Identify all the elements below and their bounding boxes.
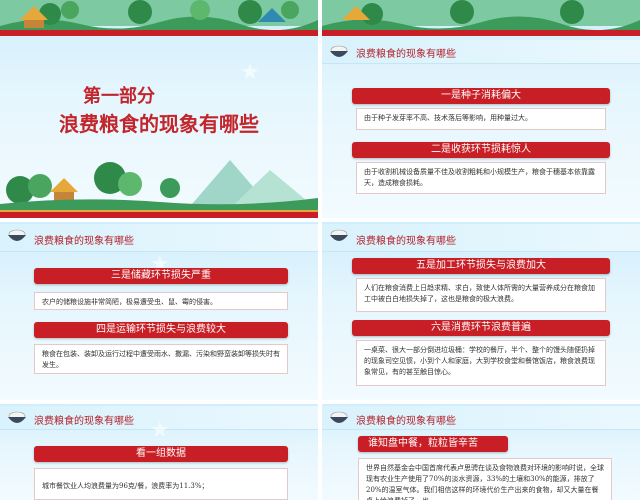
- slide-header: 浪费粮食的现象有哪些: [322, 40, 640, 64]
- slide-header: 浪费粮食的现象有哪些: [322, 224, 640, 252]
- slide-4[interactable]: 浪费粮食的现象有哪些 五是加工环节损失与浪费加大 人们在粮食消费上日趋求精、求白…: [322, 222, 640, 400]
- top-decoration: [322, 0, 640, 36]
- point-card-2: 一桌菜、很大一部分倒进垃圾桶：学校的餐厅，半个、整个的馒头随便扔掉的现象司空见惯…: [356, 340, 606, 386]
- slide-2[interactable]: 浪费粮食的现象有哪些 一是种子消耗偏大 由于种子发芽率不高、技术落后等影响，用种…: [322, 0, 640, 218]
- slide-3[interactable]: 浪费粮食的现象有哪些 ★ 三是储藏环节损失严重 农户的储粮设施非常简陋，极易遭受…: [0, 222, 318, 400]
- bottom-landscape: [0, 160, 318, 218]
- point-card-1: 城市餐饮业人均浪费量为96克/餐，浪费率为11.3%；: [34, 468, 288, 500]
- cover-part-label: 第一部分: [83, 86, 155, 107]
- slide-title: 浪费粮食的现象有哪些: [356, 49, 456, 60]
- top-decoration: [0, 0, 318, 36]
- rice-bowl-icon: [8, 229, 26, 241]
- cover-title: 浪费粮食的现象有哪些: [59, 112, 259, 136]
- slide-5[interactable]: 浪费粮食的现象有哪些 ★ 看一组数据 城市餐饮业人均浪费量为96克/餐，浪费率为…: [0, 404, 318, 500]
- rice-bowl-icon: [330, 45, 348, 57]
- point-card-1: 人们在粮食消费上日趋求精、求白，致使人体所需的大量营养成分在粮食加工中被白白地损…: [356, 278, 606, 312]
- slide-header: 浪费粮食的现象有哪些: [322, 406, 640, 430]
- rice-bowl-icon: [330, 411, 348, 423]
- point-bar-1: 五是加工环节损失与浪费加大: [352, 258, 610, 274]
- point-bar-2: 四是运输环节损失与浪费较大: [34, 322, 288, 338]
- slide-title: 浪费粮食的现象有哪些: [356, 416, 456, 427]
- slide-title: 浪费粮食的现象有哪些: [34, 416, 134, 427]
- point-bar-1: 谁知盘中餐，粒粒皆辛苦: [358, 436, 508, 452]
- point-bar-1: 三是储藏环节损失严重: [34, 268, 288, 284]
- point-card-1: 农户的储粮设施非常简陋，极易遭受虫、鼠、霉的侵害。: [34, 292, 288, 310]
- point-bar-2: 六是消费环节浪费普遍: [352, 320, 610, 336]
- point-bar-2: 二是收获环节损耗惊人: [352, 142, 610, 158]
- point-bar-1: 一是种子消耗偏大: [352, 88, 610, 104]
- slide-6[interactable]: 浪费粮食的现象有哪些 谁知盘中餐，粒粒皆辛苦 世界自然基金会中国首席代表卢思骋在…: [322, 404, 640, 500]
- point-card-2: 由于收割机械设备质量不佳及收割粗耗和小规模生产，粮食于穗基本依靠露天，造成粮食损…: [356, 162, 606, 194]
- point-card-1: 由于种子发芽率不高、技术落后等影响，用种量过大。: [356, 108, 606, 130]
- rice-bowl-icon: [330, 229, 348, 241]
- rice-bowl-icon: [8, 411, 26, 423]
- slide-header: 浪费粮食的现象有哪些: [0, 224, 318, 252]
- slide-cover[interactable]: ★ 第一部分 浪费粮食的现象有哪些: [0, 0, 318, 218]
- star-decoration: ★: [150, 418, 170, 443]
- slide-title: 浪费粮食的现象有哪些: [34, 236, 134, 247]
- point-card-2: 粮食在包装、装卸及运行过程中遭受雨水、撒漏、污染和野蛮装卸等损失时有发生。: [34, 344, 288, 374]
- point-bar-1: 看一组数据: [34, 446, 288, 462]
- point-card-1: 世界自然基金会中国首席代表卢思骋在谈及食物浪费对环境的影响时说，全球现有农业生产…: [358, 458, 612, 500]
- slide-title: 浪费粮食的现象有哪些: [356, 236, 456, 247]
